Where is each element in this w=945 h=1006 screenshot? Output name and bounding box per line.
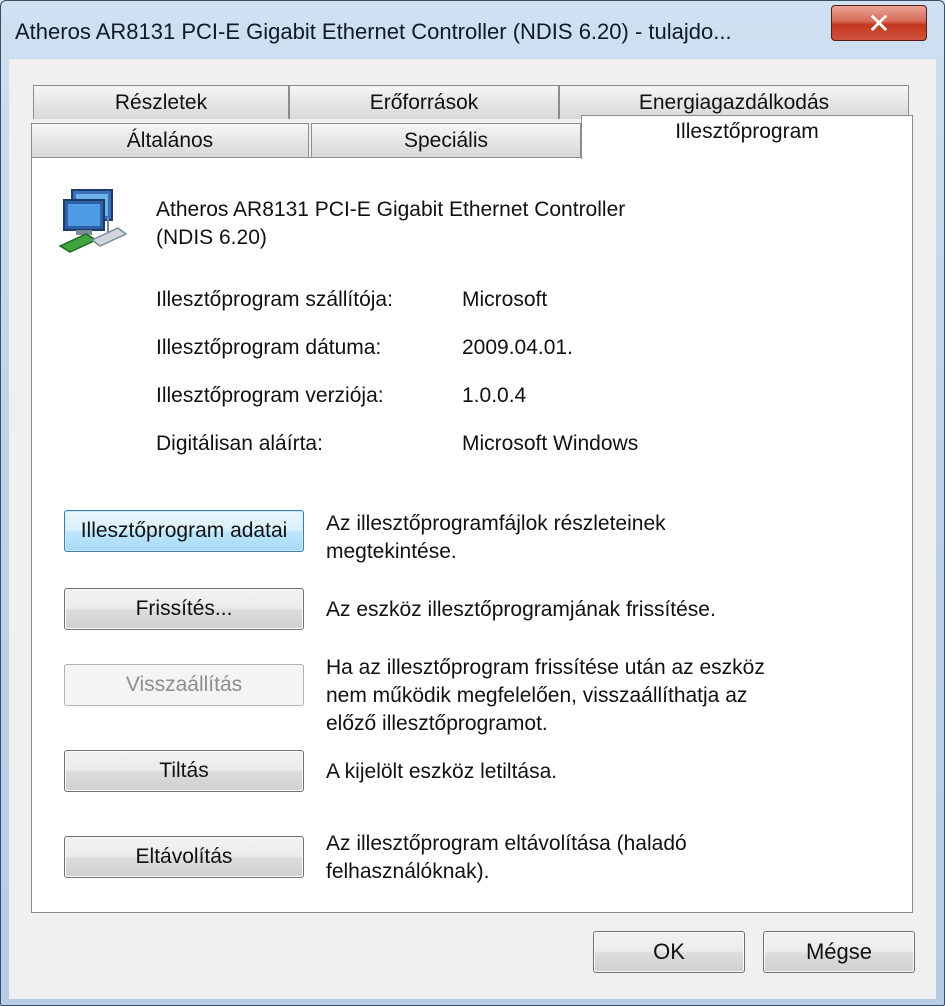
description-line: A kijelölt eszköz letiltása. <box>326 760 558 783</box>
cancel-button[interactable]: Mégse <box>763 931 915 973</box>
update-driver-description: Az eszköz illesztőprogramjának frissítés… <box>326 596 846 624</box>
tab-strip: Részletek Erőforrások Energiagazdálkodás… <box>9 59 936 169</box>
device-name-line2: (NDIS 6.20) <box>156 226 267 249</box>
digital-signer-label: Digitálisan aláírta: <box>156 432 323 455</box>
device-name: Atheros AR8131 PCI-E Gigabit Ethernet Co… <box>156 196 716 252</box>
tab-general[interactable]: Általános <box>31 123 309 157</box>
tab-label: Részletek <box>114 90 208 114</box>
close-button[interactable]: ✕ <box>831 5 927 41</box>
description-line: előző illesztőprogramot. <box>326 712 548 735</box>
description-line: nem működik megfelelően, visszaállíthatj… <box>326 684 748 707</box>
uninstall-driver-button[interactable]: Eltávolítás <box>64 836 304 878</box>
disable-device-button[interactable]: Tiltás <box>64 750 304 792</box>
driver-details-description: Az illesztőprogramfájlok részleteinek me… <box>326 510 846 566</box>
close-icon: ✕ <box>867 7 891 39</box>
tab-label: Általános <box>126 128 214 152</box>
driver-version-value: 1.0.0.4 <box>462 384 527 407</box>
driver-provider-label: Illesztőprogram szállítója: <box>156 288 393 311</box>
roll-back-driver-button[interactable]: Visszaállítás <box>64 664 304 706</box>
tab-advanced[interactable]: Speciális <box>311 123 581 157</box>
driver-date-value: 2009.04.01. <box>462 336 573 359</box>
tab-label: Erőforrások <box>369 90 479 114</box>
description-line: felhasználóknak). <box>326 860 490 883</box>
dialog-client-area: Részletek Erőforrások Energiagazdálkodás… <box>9 59 936 999</box>
description-line: Az illesztőprogramfájlok részleteinek <box>326 512 666 535</box>
window-title: Atheros AR8131 PCI-E Gigabit Ethernet Co… <box>15 19 732 44</box>
tab-label: Illesztőprogram <box>675 119 819 143</box>
description-line: Az illesztőprogram eltávolítása (haladó <box>326 832 687 855</box>
title-bar[interactable]: Atheros AR8131 PCI-E Gigabit Ethernet Co… <box>1 1 944 59</box>
tab-resources[interactable]: Erőforrások <box>289 85 559 119</box>
tab-power-management[interactable]: Energiagazdálkodás <box>559 85 909 119</box>
tab-driver[interactable]: Illesztőprogram <box>581 115 913 159</box>
device-name-line1: Atheros AR8131 PCI-E Gigabit Ethernet Co… <box>156 198 626 221</box>
driver-provider-value: Microsoft <box>462 288 548 311</box>
tab-label: Speciális <box>403 128 489 152</box>
tab-label: Energiagazdálkodás <box>638 90 830 114</box>
driver-details-button[interactable]: Illesztőprogram adatai <box>64 510 304 552</box>
ok-button[interactable]: OK <box>593 931 745 973</box>
tab-details[interactable]: Részletek <box>33 85 289 119</box>
uninstall-driver-description: Az illesztőprogram eltávolítása (haladó … <box>326 830 846 886</box>
disable-device-description: A kijelölt eszköz letiltása. <box>326 758 846 786</box>
description-line: Az eszköz illesztőprogramjának frissítés… <box>326 598 716 621</box>
description-line: megtekintése. <box>326 540 457 563</box>
properties-dialog: Atheros AR8131 PCI-E Gigabit Ethernet Co… <box>0 0 945 1006</box>
network-adapter-icon <box>58 189 128 253</box>
roll-back-driver-description: Ha az illesztőprogram frissítése után az… <box>326 654 846 738</box>
digital-signer-value: Microsoft Windows <box>462 432 639 455</box>
update-driver-button[interactable]: Frissítés... <box>64 588 304 630</box>
driver-tab-panel: Atheros AR8131 PCI-E Gigabit Ethernet Co… <box>31 157 913 913</box>
driver-version-label: Illesztőprogram verziója: <box>156 384 384 407</box>
description-line: Ha az illesztőprogram frissítése után az… <box>326 656 765 679</box>
driver-date-label: Illesztőprogram dátuma: <box>156 336 382 359</box>
